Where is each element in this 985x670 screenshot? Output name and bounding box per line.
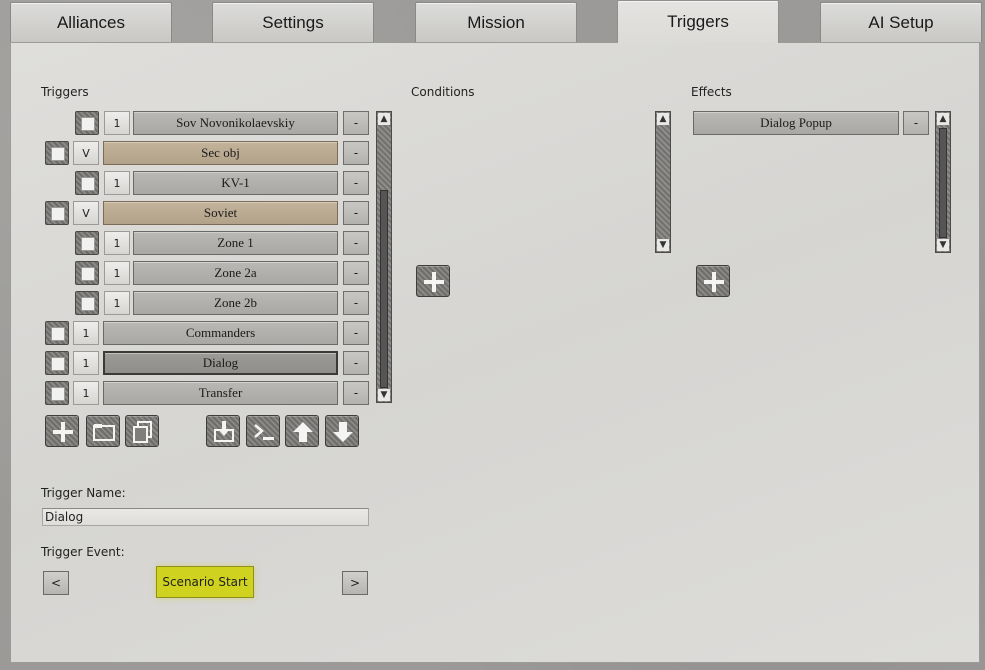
trigger-list-scrollbar[interactable]: ▲ ▼ — [376, 111, 392, 403]
trigger-repeat-count[interactable]: 1 — [104, 111, 130, 135]
remove-trigger-button[interactable]: - — [343, 201, 369, 225]
trigger-enable-checkbox[interactable] — [75, 171, 99, 195]
triggers-content: Triggers Conditions Effects 1 Sov Novonik… — [0, 0, 985, 670]
effects-scrollbar[interactable]: ▲ ▼ — [935, 111, 951, 253]
scroll-up-icon[interactable]: ▲ — [657, 113, 669, 125]
move-up-icon — [293, 422, 313, 442]
trigger-enable-checkbox[interactable] — [45, 201, 69, 225]
trigger-name-input[interactable]: Dialog — [42, 508, 369, 526]
import-button[interactable] — [206, 415, 240, 447]
trigger-item[interactable]: Zone 2b — [133, 291, 338, 315]
trigger-item[interactable]: Sov Novonikolaevskiy — [133, 111, 338, 135]
scroll-down-icon[interactable]: ▼ — [937, 239, 949, 251]
move-down-button[interactable] — [325, 415, 359, 447]
trigger-enable-checkbox[interactable] — [45, 141, 69, 165]
trigger-repeat-count[interactable]: 1 — [104, 231, 130, 255]
import-icon — [214, 421, 234, 442]
trigger-item[interactable]: Transfer — [103, 381, 338, 405]
trigger-enable-checkbox[interactable] — [45, 381, 69, 405]
remove-trigger-button[interactable]: - — [343, 111, 369, 135]
remove-trigger-button[interactable]: - — [343, 321, 369, 345]
trigger-item[interactable]: Zone 1 — [133, 231, 338, 255]
effect-item[interactable]: Dialog Popup — [693, 111, 899, 135]
add-effect-button[interactable] — [696, 265, 730, 297]
trigger-enable-checkbox[interactable] — [75, 261, 99, 285]
move-up-button[interactable] — [285, 415, 319, 447]
trigger-enable-checkbox[interactable] — [75, 111, 99, 135]
next-event-button[interactable]: > — [342, 571, 368, 595]
remove-trigger-button[interactable]: - — [343, 261, 369, 285]
scroll-down-icon[interactable]: ▼ — [378, 389, 390, 401]
copy-trigger-button[interactable] — [125, 415, 159, 447]
folder-icon — [93, 424, 115, 441]
add-icon — [704, 272, 724, 292]
add-icon — [424, 272, 444, 292]
trigger-name-label: Trigger Name: — [41, 486, 126, 500]
trigger-repeat-count[interactable]: V — [73, 201, 99, 225]
trigger-item[interactable]: KV-1 — [133, 171, 338, 195]
trigger-event-value[interactable]: Scenario Start — [156, 566, 254, 598]
add-folder-button[interactable] — [86, 415, 120, 447]
trigger-enable-checkbox[interactable] — [45, 321, 69, 345]
trigger-repeat-count[interactable]: 1 — [73, 321, 99, 345]
trigger-enable-checkbox[interactable] — [75, 231, 99, 255]
scroll-up-icon[interactable]: ▲ — [937, 113, 949, 125]
trigger-repeat-count[interactable]: 1 — [73, 351, 99, 375]
remove-trigger-button[interactable]: - — [343, 351, 369, 375]
remove-trigger-button[interactable]: - — [343, 231, 369, 255]
scroll-up-icon[interactable]: ▲ — [378, 113, 390, 125]
add-trigger-button[interactable] — [45, 415, 79, 447]
console-button[interactable] — [246, 415, 280, 447]
console-icon — [254, 424, 274, 440]
trigger-item[interactable]: Zone 2a — [133, 261, 338, 285]
triggers-section-label: Triggers — [41, 85, 89, 99]
remove-trigger-button[interactable]: - — [343, 171, 369, 195]
scroll-thumb[interactable] — [939, 128, 947, 238]
scroll-thumb[interactable] — [380, 190, 388, 388]
move-down-icon — [333, 422, 353, 442]
add-condition-button[interactable] — [416, 265, 450, 297]
remove-trigger-button[interactable]: - — [343, 381, 369, 405]
add-icon — [53, 422, 73, 442]
trigger-folder[interactable]: Sec obj — [103, 141, 338, 165]
copy-icon — [133, 421, 152, 443]
trigger-repeat-count[interactable]: 1 — [104, 291, 130, 315]
trigger-folder[interactable]: Soviet — [103, 201, 338, 225]
remove-trigger-button[interactable]: - — [343, 291, 369, 315]
remove-effect-button[interactable]: - — [903, 111, 929, 135]
trigger-item[interactable]: Commanders — [103, 321, 338, 345]
trigger-enable-checkbox[interactable] — [45, 351, 69, 375]
prev-event-button[interactable]: < — [43, 571, 69, 595]
trigger-event-label: Trigger Event: — [41, 545, 125, 559]
scroll-down-icon[interactable]: ▼ — [657, 239, 669, 251]
remove-trigger-button[interactable]: - — [343, 141, 369, 165]
trigger-repeat-count[interactable]: V — [73, 141, 99, 165]
trigger-repeat-count[interactable]: 1 — [73, 381, 99, 405]
trigger-repeat-count[interactable]: 1 — [104, 171, 130, 195]
trigger-item[interactable]: Dialog — [103, 351, 338, 375]
conditions-scrollbar[interactable]: ▲ ▼ — [655, 111, 671, 253]
conditions-section-label: Conditions — [411, 85, 475, 99]
trigger-enable-checkbox[interactable] — [75, 291, 99, 315]
trigger-repeat-count[interactable]: 1 — [104, 261, 130, 285]
effects-section-label: Effects — [691, 85, 732, 99]
